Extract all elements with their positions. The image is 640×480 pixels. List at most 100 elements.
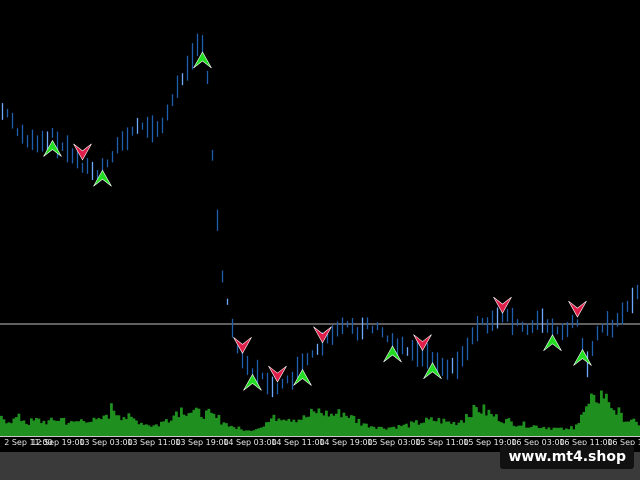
volume-bar [17,413,21,436]
volume-bar [312,411,316,436]
volume-bar [400,426,403,436]
time-axis-tick-label: 15 Sep 11:00 [415,438,469,447]
volume-bar [40,423,43,436]
volume-bar [575,424,578,436]
volume-bar [462,422,466,436]
volume-bar [140,422,143,436]
volume-bar [232,427,236,436]
volume-bar [47,420,51,436]
watermark-logo: www.mt4.shop [500,445,634,469]
volume-bar [340,417,343,436]
volume-bar [440,423,443,436]
time-axis-tick-label: 14 Sep 11:00 [271,438,325,447]
volume-bar [302,415,306,436]
sell-signal-arrow [493,296,512,314]
time-axis-tick-label: 13 Sep 11:00 [127,438,181,447]
volume-bar [142,424,146,436]
volume-bar [105,414,108,436]
volume-bar [382,428,386,436]
volume-bar [67,422,71,436]
volume-bar [387,427,391,436]
volume-bar [180,407,183,436]
volume-bar [120,420,123,436]
volume-bar [497,421,501,436]
volume-bar [42,420,46,436]
volume-bar [447,421,451,436]
volume-bar [525,427,528,436]
sell-signal-arrow [568,300,587,318]
volume-bar [202,418,206,436]
volume-bar [597,403,601,436]
volume-bar [227,426,231,436]
volume-bar [395,428,398,436]
volume-bar [347,417,351,436]
volume-bar [10,423,13,436]
volume-bar [442,418,446,436]
volume-bar [147,425,151,436]
time-axis-tick-label: 15 Sep 03:00 [367,438,421,447]
volume-bar [552,427,556,436]
volume-bar [425,417,428,436]
volume-bar [130,416,133,436]
volume-bar [132,418,136,436]
buy-signal-arrow [43,139,62,157]
time-axis-tick-label: 14 Sep 19:00 [319,438,373,447]
volume-bar [357,418,361,436]
volume-bar [12,418,16,436]
volume-bar [375,428,378,436]
volume-bar [55,420,58,436]
volume-bar [377,426,381,436]
volume-bar [135,420,138,436]
buy-signal-arrow [383,345,402,363]
volume-bar [175,411,178,436]
volume-bar [477,412,481,436]
volume-bar [95,419,98,436]
volume-bar [622,421,626,436]
volume-bar [542,426,546,436]
volume-bar [370,426,373,436]
volume-bar [260,427,263,436]
volume-bar [267,421,271,436]
volume-bar [380,426,383,436]
volume-bar [290,421,293,436]
volume-bar [590,393,593,436]
volume-bar [367,427,371,436]
volume-bar [330,413,333,436]
volume-bar [317,408,321,436]
volume-bar [300,419,303,436]
volume-bar [402,424,406,436]
volume-bar [507,418,511,436]
volume-bar [615,414,618,436]
buy-signal-arrow [193,51,212,69]
volume-bar [372,426,376,436]
volume-bar [92,417,96,436]
volume-bar [145,424,148,436]
volume-bar [545,429,548,436]
volume-bar [107,418,111,436]
volume-bar [410,421,413,436]
volume-bar [307,416,311,436]
volume-bar [215,417,218,436]
volume-bar [580,414,583,436]
volume-bar [282,419,286,436]
volume-bar [72,421,76,436]
price-chart[interactable] [0,0,640,452]
volume-bar [540,427,543,436]
buy-signal-arrow [423,362,442,379]
volume-bar [342,412,346,436]
volume-bar [287,418,291,436]
volume-bar [350,415,353,436]
volume-bar [217,414,221,436]
volume-bar [162,421,166,436]
volume-bar [15,417,18,436]
volume-bar [547,427,551,436]
volume-bar [415,420,418,436]
volume-bar [222,422,226,436]
volume-bar [257,428,261,436]
volume-bar [82,421,86,436]
volume-bar [27,424,31,436]
volume-bar [87,422,91,436]
volume-bar [500,422,503,436]
volume-bar [75,421,78,436]
volume-bar [460,420,463,436]
